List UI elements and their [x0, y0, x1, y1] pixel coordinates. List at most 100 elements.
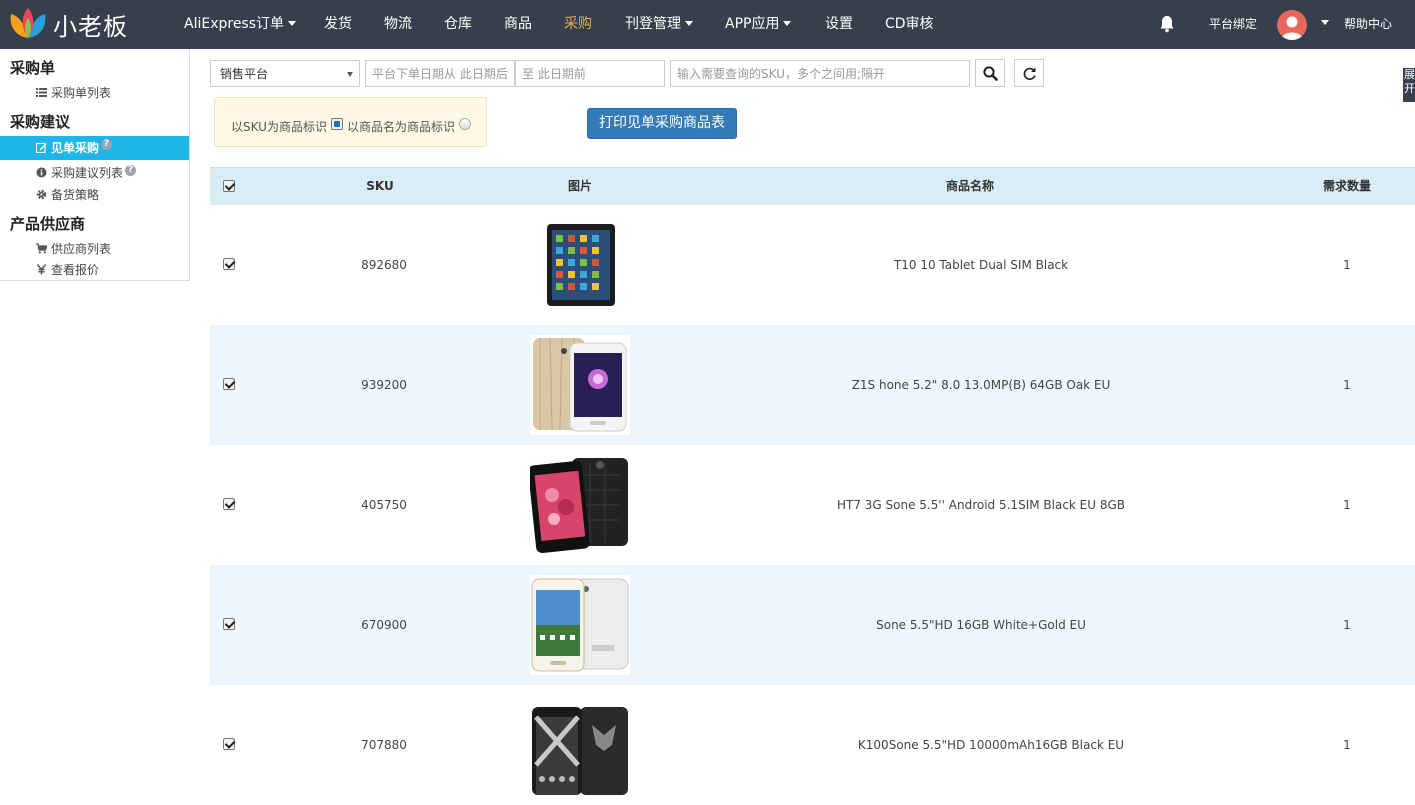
row-quantity: 1 — [1343, 618, 1351, 632]
avatar[interactable] — [1277, 10, 1307, 40]
edit-icon — [36, 142, 47, 153]
date-to-input[interactable] — [515, 60, 665, 87]
sidebar-item-label: 见单采购 — [51, 141, 100, 155]
nav-listing-management[interactable]: 刊登管理 — [625, 0, 693, 49]
row-checkbox[interactable] — [223, 258, 235, 270]
nav-warehouse[interactable]: 仓库 — [444, 0, 472, 49]
sales-platform-select[interactable]: 销售平台 — [210, 60, 360, 87]
nav-label: 采购 — [564, 16, 592, 32]
tablet-product-image[interactable] — [530, 215, 630, 315]
row-sku: 892680 — [361, 258, 407, 272]
nav-products[interactable]: 商品 — [504, 0, 532, 49]
column-header-sku: SKU — [366, 179, 394, 193]
row-product-name: Z1S hone 5.2" 8.0 13.0MP(B) 64GB Oak EU — [851, 378, 1111, 392]
nav-label: 设置 — [825, 16, 853, 32]
black-phone-product-image[interactable] — [530, 455, 630, 555]
bell-icon[interactable] — [1159, 15, 1175, 33]
table-row: 892680 T10 10 Tablet Dual SIM Black 1 — [210, 205, 1415, 325]
list-icon — [36, 88, 47, 97]
row-checkbox[interactable] — [223, 498, 235, 510]
nav-label: 商品 — [504, 16, 532, 32]
white-phone-product-image[interactable] — [530, 575, 630, 675]
help-question-icon[interactable]: ? — [101, 139, 113, 150]
row-sku: 707880 — [361, 738, 407, 752]
row-product-name: K100Sone 5.5"HD 10000mAh16GB Black EU — [857, 738, 1125, 752]
nav-settings[interactable]: 设置 — [825, 0, 853, 49]
select-value: 销售平台 — [220, 67, 269, 81]
help-question-icon[interactable]: ? — [125, 165, 137, 176]
radio-by-name[interactable] — [459, 118, 471, 130]
nav-app[interactable]: APP应用 — [725, 0, 792, 49]
nav-logistics[interactable]: 物流 — [384, 0, 412, 49]
user-avatar-icon — [1281, 16, 1303, 40]
radio-by-sku[interactable] — [331, 118, 343, 130]
sidebar-item-view-quotes[interactable]: 查看报价 — [0, 259, 189, 281]
brand-logo[interactable]: 小老板 — [7, 6, 128, 42]
caret-down-icon — [783, 20, 792, 26]
row-checkbox[interactable] — [223, 738, 235, 750]
sidebar-section-suppliers: 产品供应商 — [10, 215, 86, 233]
rugged-phone-product-image[interactable] — [530, 695, 630, 795]
caret-down-icon — [685, 20, 693, 26]
row-sku: 670900 — [361, 618, 407, 632]
oak-phone-product-image[interactable] — [530, 335, 630, 435]
white-phone-product-icon — [531, 578, 629, 672]
table-row: 939200 Z1S hone 5.2" 8.0 13.0MP(B) 64GB … — [210, 325, 1415, 445]
print-purchase-list-button[interactable]: 打印见单采购商品表 — [587, 108, 737, 139]
nav-label: AliExpress订单 — [184, 16, 285, 32]
brand-name: 小老板 — [53, 12, 128, 41]
row-checkbox[interactable] — [223, 378, 235, 390]
sidebar-item-label: 备货策略 — [51, 188, 100, 202]
sidebar-item-label: 采购建议列表 — [51, 166, 124, 180]
nav-label: 仓库 — [444, 16, 472, 32]
nav-cd-review[interactable]: CD审核 — [885, 0, 934, 49]
cart-icon — [36, 243, 47, 254]
refresh-icon — [1023, 67, 1036, 80]
sidebar-section-purchase-orders: 采购单 — [10, 59, 56, 77]
search-icon — [982, 65, 998, 81]
row-quantity: 1 — [1343, 258, 1351, 272]
sidebar-item-label: 查看报价 — [51, 263, 100, 277]
row-quantity: 1 — [1343, 498, 1351, 512]
sidebar-item-suggestion-list[interactable]: 采购建议列表? — [0, 162, 189, 184]
top-navbar: 小老板 AliExpress订单 发货 物流 仓库 商品 采购 刊登管理 APP… — [0, 0, 1415, 49]
lotus-logo-icon — [10, 8, 46, 38]
table-row: 405750 HT7 3G Sone 5.5'' Android 5.1SIM … — [210, 445, 1415, 565]
platform-bind-link[interactable]: 平台绑定 — [1209, 0, 1257, 49]
row-sku: 405750 — [361, 498, 407, 512]
row-product-name: Sone 5.5"HD 16GB White+Gold EU — [876, 618, 1086, 632]
select-all-checkbox[interactable] — [223, 180, 235, 192]
column-header-image: 图片 — [567, 179, 592, 193]
sku-search-input[interactable] — [670, 60, 970, 87]
sidebar-item-supplier-list[interactable]: 供应商列表 — [0, 238, 189, 260]
nav-aliexpress-orders[interactable]: AliExpress订单 — [184, 0, 297, 49]
avatar-caret-down-icon[interactable] — [1321, 20, 1329, 25]
sidebar-item-label: 采购单列表 — [51, 86, 112, 100]
date-from-input[interactable] — [365, 60, 515, 87]
side-expand-tab[interactable]: 展开 — [1403, 68, 1415, 102]
search-button[interactable] — [975, 59, 1005, 87]
oak-phone-product-icon — [533, 337, 627, 432]
caret-down-icon — [288, 20, 297, 26]
sidebar-item-label: 供应商列表 — [51, 242, 112, 256]
nav-shipping[interactable]: 发货 — [324, 0, 352, 49]
column-header-name: 商品名称 — [945, 179, 994, 193]
gear-icon — [36, 189, 47, 200]
help-center-link[interactable]: 帮助中心 — [1344, 0, 1392, 49]
table-row: 670900 Sone 5.5"HD 16GB White+Gold EU 1 — [210, 565, 1415, 685]
nav-purchasing[interactable]: 采购 — [564, 0, 592, 49]
info-circle-icon — [36, 167, 47, 178]
row-checkbox[interactable] — [223, 618, 235, 630]
sidebar-item-purchase-order-list[interactable]: 采购单列表 — [0, 82, 189, 104]
refresh-button[interactable] — [1014, 59, 1044, 87]
sidebar-item-stock-strategy[interactable]: 备货策略 — [0, 184, 189, 206]
identifier-options-box: 以SKU为商品标识 以商品名为商品标识 — [214, 97, 487, 147]
option-label-by-name: 以商品名为商品标识 — [347, 120, 456, 134]
table-row: 707880 K100Sone 5.5"HD 10000mAh16GB Blac… — [210, 685, 1415, 805]
row-quantity: 1 — [1343, 738, 1351, 752]
yen-icon — [36, 264, 47, 275]
nav-label: CD审核 — [885, 16, 934, 32]
table-header: SKU 图片 商品名称 需求数量 — [210, 167, 1415, 205]
sidebar-item-order-based-purchase[interactable]: 见单采购? — [0, 136, 189, 160]
row-quantity: 1 — [1343, 378, 1351, 392]
